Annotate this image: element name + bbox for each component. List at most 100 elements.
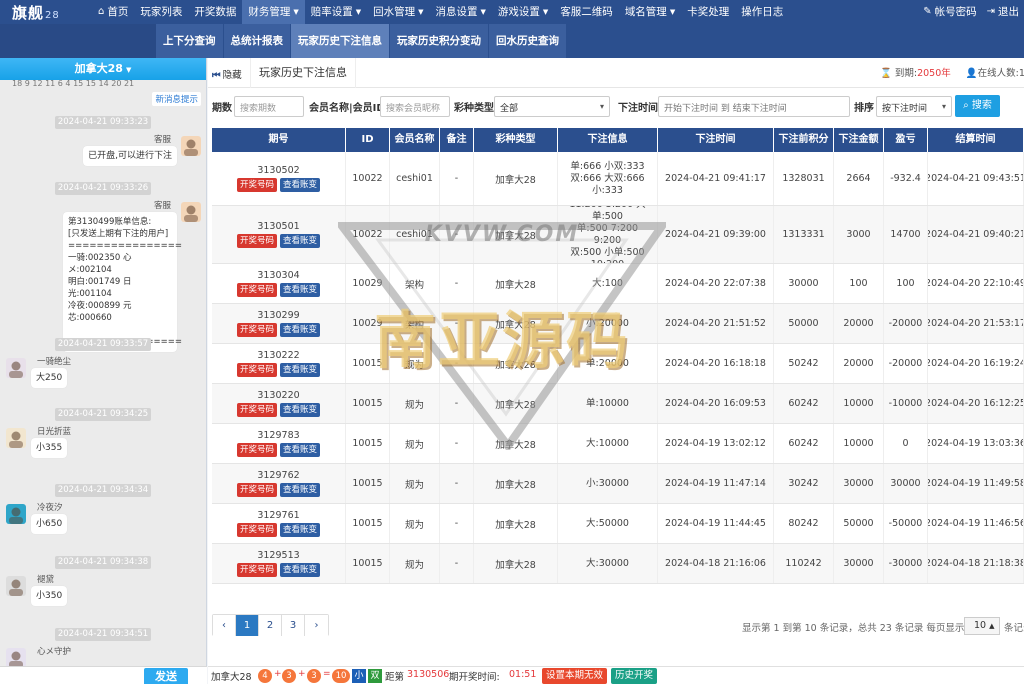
logout-icon: ⇥ [986,6,995,17]
draw-number-button[interactable]: 开奖号码 [236,323,277,337]
nav-item-2[interactable]: 开奖数据 [188,0,242,24]
cell-name: 规为 [390,384,440,423]
column-header-9[interactable]: 盈亏 [884,128,928,152]
draw-number-button[interactable]: 开奖号码 [236,234,277,248]
lottery-type-value: 全部 [500,104,519,114]
support-avatar-icon[interactable] [181,136,201,156]
nav-right-label: 帐号密码 [934,6,977,18]
support-avatar-icon[interactable] [181,202,201,222]
column-header-0[interactable]: 期号 [212,128,346,152]
column-header-2[interactable]: 会员名称 [390,128,440,152]
chat-room-selector[interactable]: 加拿大28 ▼ [0,58,206,80]
chat-bubble-line: 明白:001749 日光:001104 [68,277,132,299]
view-bill-button[interactable]: 查看账变 [280,283,321,297]
draw-number-button[interactable]: 开奖号码 [236,363,277,377]
sub-tab-3[interactable]: 玩家历史积分变动 [390,24,489,58]
nav-item-5[interactable]: 回水管理 ▼ [367,0,429,24]
nav-item-9[interactable]: 域名管理 ▼ [619,0,681,24]
user-avatar-icon[interactable] [6,358,26,378]
view-bill-button[interactable]: 查看账变 [280,403,321,417]
new-message-hint[interactable]: 新消息提示 [152,92,201,106]
draw-number-button[interactable]: 开奖号码 [236,523,277,537]
sub-tab-4[interactable]: 回水历史查询 [489,24,567,58]
user-avatar-icon[interactable] [6,428,26,448]
cell-type: 加拿大28 [474,384,558,423]
online-count: 在线人数:1 [977,68,1024,79]
sub-nav-tabs: 上下分查询 总统计报表 玩家历史下注信息 玩家历史积分变动 回水历史查询 [156,24,567,58]
page-tab-active[interactable]: 玩家历史下注信息 [250,58,356,88]
view-bill-button[interactable]: 查看账变 [280,443,321,457]
chat-nickname: 心メ守护 [37,647,72,657]
page-button-2[interactable]: 2 [259,615,282,636]
chevron-down-icon: ▾ [599,102,604,111]
view-bill-button[interactable]: 查看账变 [280,563,321,577]
set-period-invalid-button[interactable]: 设置本期无效 [542,668,608,684]
sub-tab-0[interactable]: 上下分查询 [156,24,224,58]
hide-sidebar-button[interactable]: ⏮ 隐藏 [212,67,242,81]
user-menu: ✎ 帐号密码 ⇥ 退出 [918,0,1024,24]
lottery-type-select[interactable]: 全部 ▾ [494,96,610,117]
account-password-link[interactable]: ✎ 帐号密码 [918,0,981,24]
view-bill-button[interactable]: 查看账变 [280,363,321,377]
view-bill-button[interactable]: 查看账变 [280,234,321,248]
column-header-8[interactable]: 下注金额 [834,128,884,152]
search-button[interactable]: ⌕ 搜索 [955,95,1000,117]
view-bill-button[interactable]: 查看账变 [280,178,321,192]
view-bill-button[interactable]: 查看账变 [280,323,321,337]
send-button[interactable]: 发送 [144,668,188,684]
cell-pl: -30000 [884,544,928,583]
history-draw-button[interactable]: 历史开奖 [611,668,658,684]
nav-item-8[interactable]: 客服二维码 [554,0,619,24]
cell-settle: 2024-04-19 11:46:56 [928,504,1024,543]
brand-logo[interactable]: 旗舰28 [12,2,60,23]
nav-item-7[interactable]: 游戏设置 ▼ [492,0,554,24]
logout-link[interactable]: ⇥ 退出 [982,0,1024,24]
caret-down-icon: ▼ [480,8,486,16]
nav-item-10[interactable]: 卡奖处理 [681,0,735,24]
column-header-6[interactable]: 下注时间 [658,128,774,152]
nav-item-0[interactable]: ⌂ 首页 [92,0,134,24]
cell-settle: 2024-04-18 21:18:38 [928,544,1024,583]
cell-settle: 2024-04-20 16:12:25 [928,384,1024,423]
draw-number-button[interactable]: 开奖号码 [236,403,277,417]
member-input[interactable]: 搜索会员昵称 [380,96,450,117]
draw-number-button[interactable]: 开奖号码 [236,178,277,192]
sub-tab-2[interactable]: 玩家历史下注信息 [291,24,390,58]
cell-period: 3129513 开奖号码 查看账变 [212,544,346,583]
column-header-5[interactable]: 下注信息 [558,128,658,152]
column-header-4[interactable]: 彩种类型 [474,128,558,152]
account-status: ⌛ 到期:2050年 👤在线人数:1 [792,62,1024,86]
draw-number-button[interactable]: 开奖号码 [236,563,277,577]
column-header-1[interactable]: ID [346,128,390,152]
view-bill-button[interactable]: 查看账变 [280,523,321,537]
page-button-3[interactable]: 3 [282,615,305,636]
draw-number-button[interactable]: 开奖号码 [236,443,277,457]
chat-input-bar[interactable]: 发送 [0,666,207,684]
draw-number-button[interactable]: 开奖号码 [236,483,277,497]
prev-page-button[interactable]: ‹ [213,615,236,636]
nav-item-4[interactable]: 赔率设置 ▼ [305,0,367,24]
cell-id: 10015 [346,384,390,423]
nav-item-11[interactable]: 操作日志 [735,0,789,24]
page-button-1[interactable]: 1 [236,615,259,636]
nav-item-3[interactable]: 财务管理 ▼ [242,0,305,24]
cell-id: 10022 [346,152,390,205]
column-header-10[interactable]: 结算时间 [928,128,1024,152]
page-size-select[interactable]: 10 ▲ [964,617,1000,635]
period-input[interactable]: 搜索期数 [234,96,304,117]
draw-ball-1: 4 [258,669,272,683]
column-header-3[interactable]: 备注 [440,128,474,152]
column-header-7[interactable]: 下注前积分 [774,128,834,152]
chat-message-list[interactable]: 18 9 12 11 6 4 15 15 14 20 21 新消息提示 2024… [0,80,207,666]
next-page-button[interactable]: › [305,615,328,636]
user-avatar-icon[interactable] [6,504,26,524]
nav-item-6[interactable]: 消息设置 ▼ [430,0,492,24]
user-avatar-icon[interactable] [6,648,26,666]
draw-number-button[interactable]: 开奖号码 [236,283,277,297]
nav-item-1[interactable]: 玩家列表 [134,0,188,24]
sub-tab-1[interactable]: 总统计报表 [223,24,291,58]
view-bill-button[interactable]: 查看账变 [280,483,321,497]
user-avatar-icon[interactable] [6,576,26,596]
bet-time-range-input[interactable]: 开始下注时间 到 结束下注时间 [658,96,850,117]
sort-select[interactable]: 按下注时间 ▾ [876,96,952,117]
